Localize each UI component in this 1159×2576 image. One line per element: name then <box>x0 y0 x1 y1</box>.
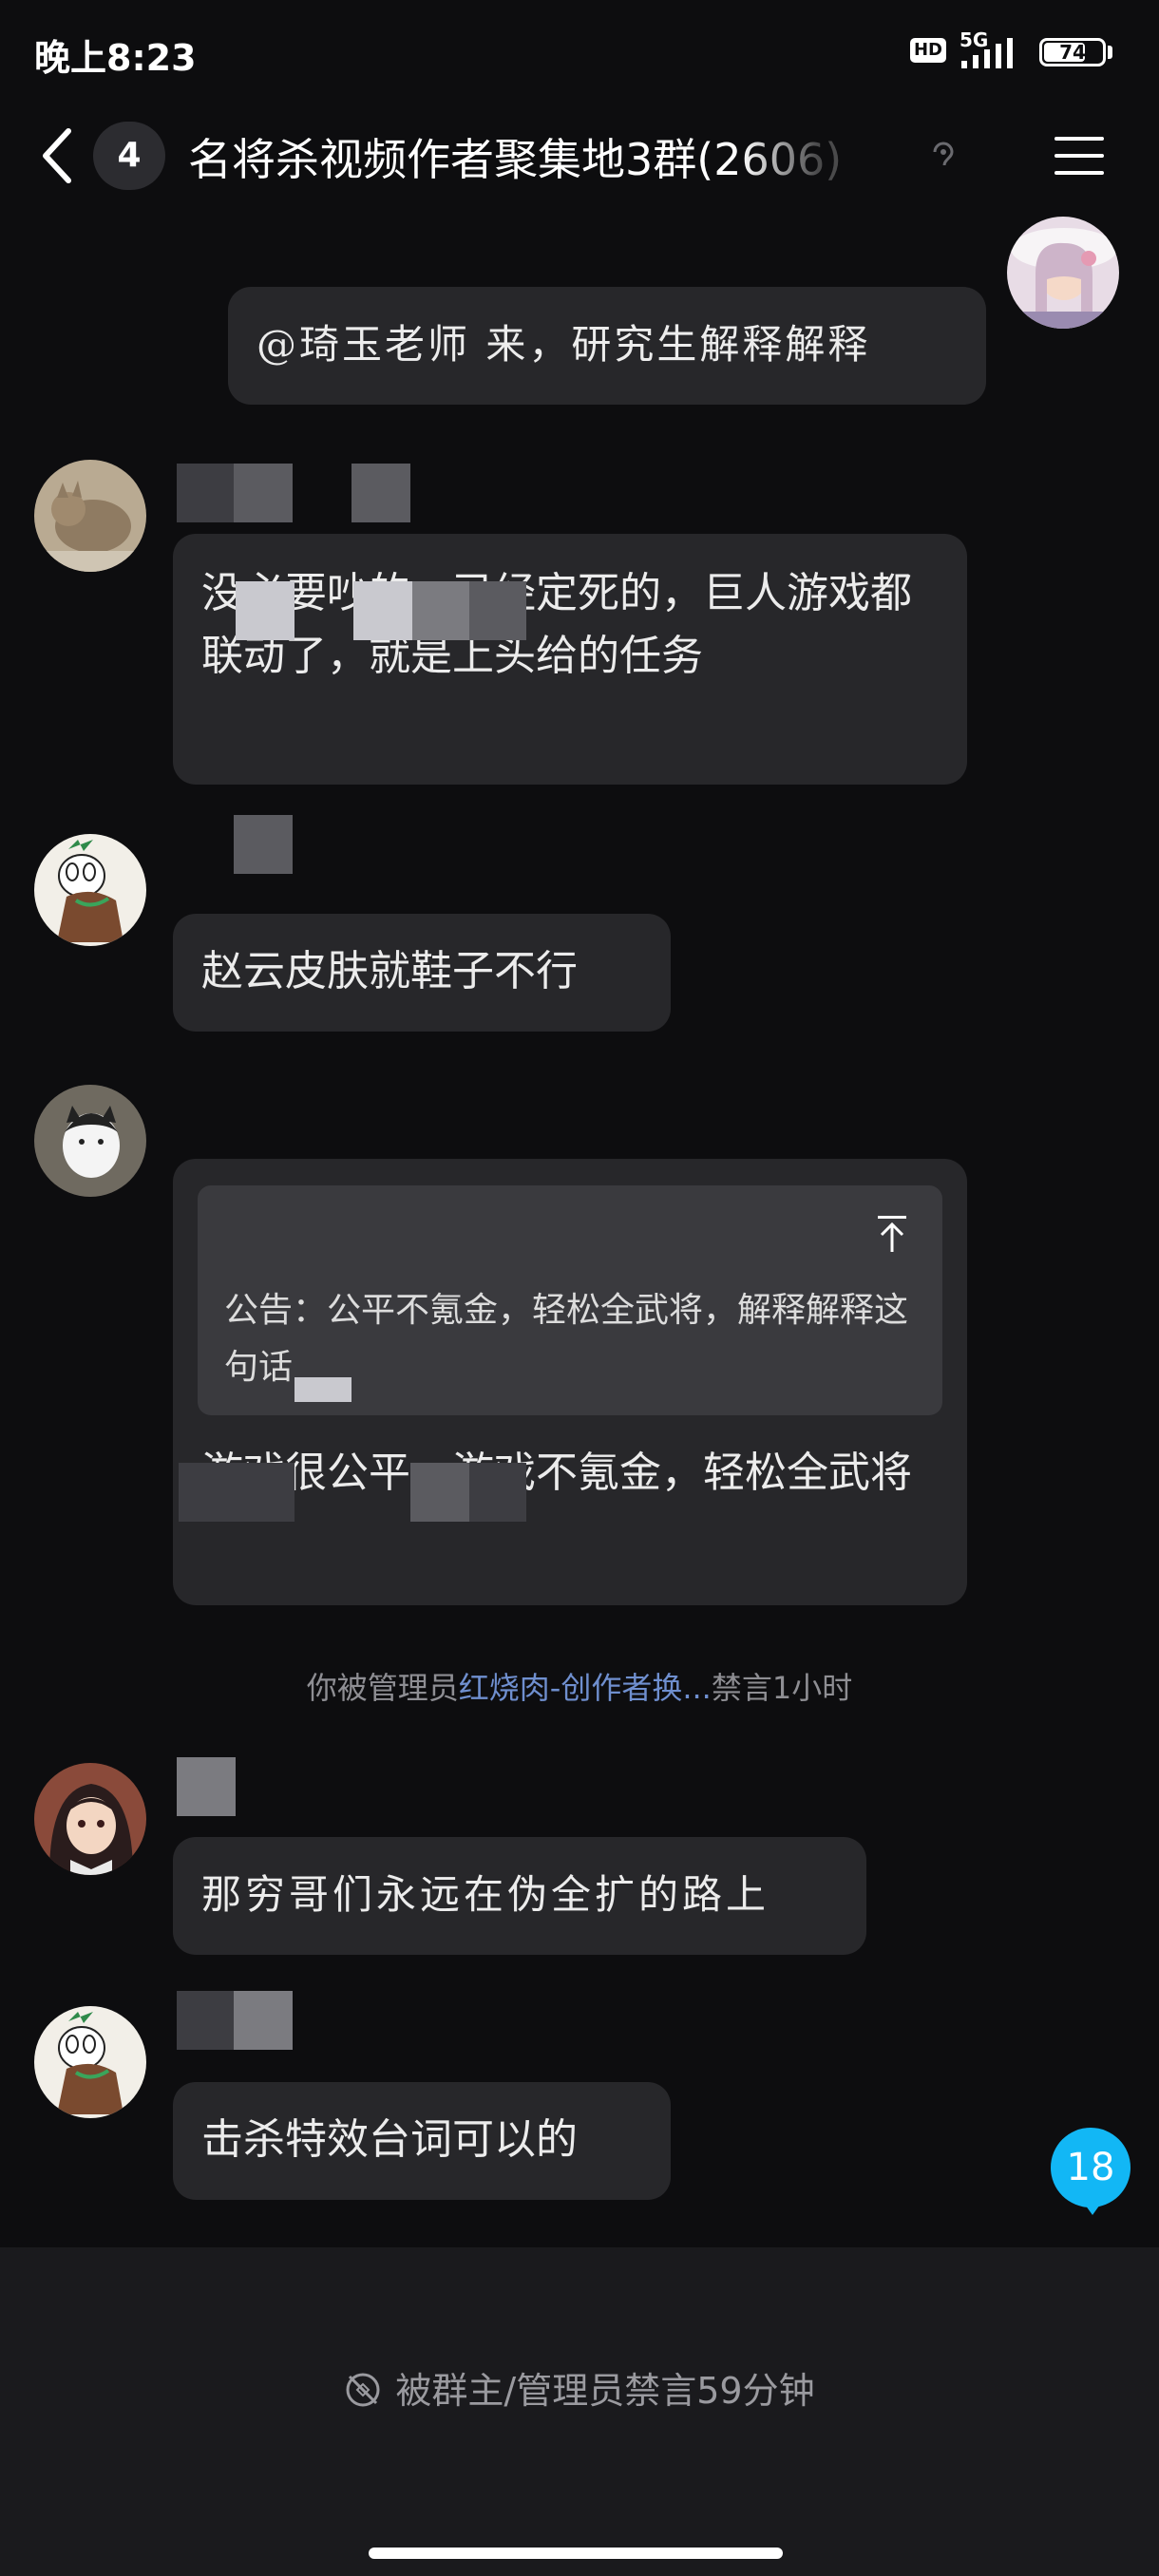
pin-top-icon <box>878 1216 906 1252</box>
avatar-self[interactable] <box>1007 217 1119 329</box>
admin-link[interactable]: 红烧肉-创作者换... <box>459 1670 712 1706</box>
battery-tip <box>1108 46 1112 59</box>
message-text-5: 那穷哥们永远在伪全扩的路上 <box>201 1871 770 1918</box>
sender-name-mosaic <box>234 1991 293 2050</box>
avatar-sender-2[interactable] <box>34 460 146 572</box>
sender-name-mosaic <box>177 464 234 522</box>
home-indicator[interactable] <box>369 2548 783 2559</box>
chevron-left-icon[interactable] <box>38 125 76 186</box>
message-bubble-5[interactable]: 那穷哥们永远在伪全扩的路上 <box>173 1837 866 1955</box>
message-text-2: 没必要吵的，已经定死的，巨人游戏都联动了，就是上头给的任务 <box>201 569 912 680</box>
battery-icon: 74 <box>1039 38 1106 66</box>
message-text-3: 赵云皮肤就鞋子不行 <box>201 947 578 995</box>
avatar-sender-5[interactable] <box>34 1763 146 1875</box>
message-text-1: @琦玉老师 来，研究生解释解释 <box>256 321 871 368</box>
mute-icon <box>346 2373 380 2407</box>
listen-icon <box>933 142 954 166</box>
sender-name-mosaic <box>234 464 293 522</box>
text-mosaic <box>410 1463 469 1522</box>
text-mosaic <box>179 1463 294 1522</box>
text-mosaic <box>469 1463 526 1522</box>
unread-count-badge[interactable]: 4 <box>93 122 165 190</box>
sender-name-mosaic <box>352 464 410 522</box>
message-bubble-3[interactable]: 赵云皮肤就鞋子不行 <box>173 914 671 1032</box>
avatar-sender-3[interactable] <box>34 834 146 946</box>
new-messages-badge[interactable]: 18 <box>1051 2128 1130 2207</box>
system-notice: 你被管理员红烧肉-创作者换...禁言1小时 <box>0 1664 1159 1708</box>
sender-name-mosaic <box>177 1991 234 2050</box>
new-messages-badge-tail <box>1083 2202 1102 2215</box>
avatar-sender-6[interactable] <box>34 2006 146 2118</box>
status-time: 晚上8:23 <box>34 37 197 79</box>
message-text-4: 游戏很公平，游戏不氪金，轻松全武将 <box>201 1449 912 1497</box>
text-mosaic <box>294 1377 352 1402</box>
message-bubble-6[interactable]: 击杀特效台词可以的 <box>173 2082 671 2200</box>
text-mosaic <box>469 581 526 640</box>
hd-badge: HD <box>910 38 946 63</box>
text-mosaic <box>236 581 294 640</box>
mute-status-text: 被群主/管理员禁言59分钟 <box>395 2370 815 2412</box>
text-mosaic <box>353 581 412 640</box>
system-notice-suffix: 禁言1小时 <box>711 1670 853 1706</box>
signal-icon <box>961 38 1013 68</box>
system-notice-prefix: 你被管理员 <box>306 1670 459 1706</box>
menu-icon[interactable] <box>1053 135 1106 177</box>
message-bubble-2[interactable]: 没必要吵的，已经定死的，巨人游戏都联动了，就是上头给的任务 <box>173 534 967 785</box>
sender-name-mosaic <box>177 1757 236 1816</box>
message-bubble-4[interactable]: 公告：公平不氪金，轻松全武将，解释解释这句话 游戏很公平，游戏不氪金，轻松全武将 <box>173 1159 967 1605</box>
battery-percent: 74 <box>1059 41 1086 64</box>
avatar-sender-4[interactable] <box>34 1085 146 1197</box>
message-bubble-1[interactable]: @琦玉老师 来，研究生解释解释 <box>228 287 986 405</box>
sender-name-mosaic <box>234 815 293 874</box>
title-blur-overlay <box>741 114 960 190</box>
message-text-6: 击杀特效台词可以的 <box>201 2115 578 2164</box>
mute-status: 被群主/管理员禁言59分钟 <box>0 2361 1159 2414</box>
text-mosaic <box>412 581 469 640</box>
